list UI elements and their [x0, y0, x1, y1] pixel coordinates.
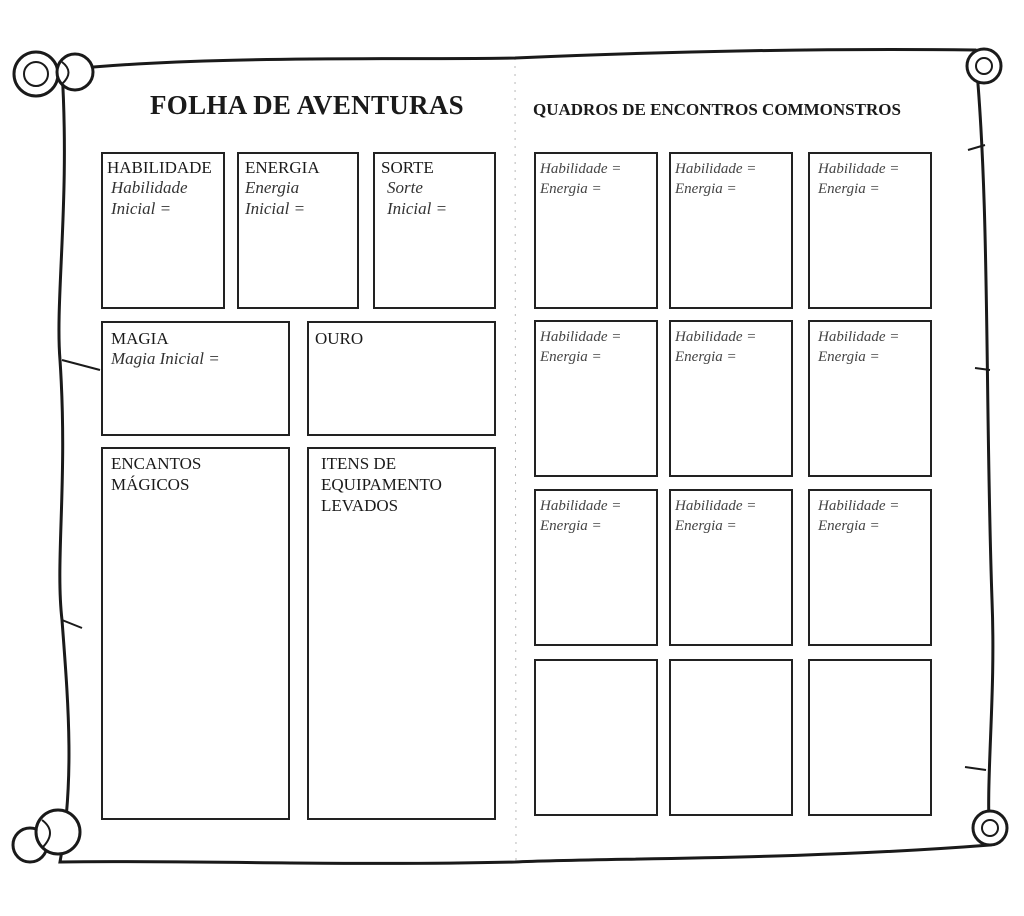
encounter-skill-label: Habilidade = — [675, 498, 757, 514]
encounter-skill-label: Habilidade = — [818, 498, 900, 514]
habilidade-initial-line2: Inicial = — [111, 199, 172, 218]
ouro-box[interactable]: OURO — [307, 321, 496, 436]
itens-label-line3: LEVADOS — [321, 496, 399, 515]
energia-initial-line2: Inicial = — [245, 199, 306, 218]
itens-label-line1: ITENS DE — [321, 454, 397, 473]
encounter-stamina-label: Energia = — [818, 518, 880, 534]
sorte-label: SORTE — [381, 158, 434, 177]
encounter-stamina-label: Energia = — [675, 518, 737, 534]
encounter-skill-label: Habilidade = — [540, 498, 622, 514]
habilidade-box[interactable]: HABILIDADE Habilidade Inicial = — [101, 152, 225, 309]
encounter-box[interactable]: Habilidade = Energia = — [808, 320, 932, 477]
encounter-skill-label: Habilidade = — [675, 161, 757, 177]
encantos-label-line2: MÁGICOS — [111, 475, 190, 494]
encounter-skill-label: Habilidade = — [818, 161, 900, 177]
encounter-stamina-label: Energia = — [540, 518, 602, 534]
encounter-box[interactable]: Habilidade = Energia = — [669, 320, 793, 477]
magia-label: MAGIA — [111, 329, 169, 348]
itens-label-line2: EQUIPAMENTO — [321, 475, 442, 494]
encounter-box-blank[interactable] — [808, 659, 932, 816]
sheet-title: FOLHA DE AVENTURAS — [150, 90, 464, 120]
magia-box[interactable]: MAGIA Magia Inicial = — [101, 321, 290, 436]
encounter-stamina-label: Energia = — [818, 181, 880, 197]
itens-equipamento-box[interactable]: ITENS DE EQUIPAMENTO LEVADOS — [307, 447, 496, 820]
encounter-box[interactable]: Habilidade = Energia = — [534, 320, 658, 477]
sorte-initial-line1: Sorte — [387, 178, 423, 197]
encantos-magicos-box[interactable]: ENCANTOS MÁGICOS — [101, 447, 290, 820]
encounter-box[interactable]: Habilidade = Energia = — [808, 152, 932, 309]
encounter-stamina-label: Energia = — [540, 181, 602, 197]
energia-initial-line1: Energia — [245, 178, 300, 197]
energia-label: ENERGIA — [245, 158, 320, 177]
encantos-label-line1: ENCANTOS — [111, 454, 202, 473]
energia-box[interactable]: ENERGIA Energia Inicial = — [237, 152, 359, 309]
encounters-title: QUADROS DE ENCONTROS COMMONSTROS — [533, 100, 901, 119]
encounter-box[interactable]: Habilidade = Energia = — [534, 152, 658, 309]
encounter-box[interactable]: Habilidade = Energia = — [534, 489, 658, 646]
encounter-box-blank[interactable] — [669, 659, 793, 816]
encounter-stamina-label: Energia = — [675, 349, 737, 365]
scroll-knob-bottom-right — [971, 809, 1009, 847]
encounter-skill-label: Habilidade = — [818, 329, 900, 345]
scroll-knob-top-left — [12, 50, 95, 98]
ouro-label: OURO — [315, 329, 364, 348]
encounter-box[interactable]: Habilidade = Energia = — [808, 489, 932, 646]
magia-initial: Magia Inicial = — [111, 349, 220, 368]
scroll-knob-top-right — [965, 47, 1003, 85]
encounter-stamina-label: Energia = — [675, 181, 737, 197]
habilidade-label: HABILIDADE — [107, 158, 212, 177]
encounter-stamina-label: Energia = — [540, 349, 602, 365]
encounter-box-blank[interactable] — [534, 659, 658, 816]
encounter-box[interactable]: Habilidade = Energia = — [669, 489, 793, 646]
sorte-box[interactable]: SORTE Sorte Inicial = — [373, 152, 496, 309]
sorte-initial-line2: Inicial = — [387, 199, 448, 218]
encounter-box[interactable]: Habilidade = Energia = — [669, 152, 793, 309]
habilidade-initial-line1: Habilidade — [111, 178, 188, 197]
encounter-skill-label: Habilidade = — [540, 329, 622, 345]
encounter-skill-label: Habilidade = — [675, 329, 757, 345]
encounter-skill-label: Habilidade = — [540, 161, 622, 177]
encounter-stamina-label: Energia = — [818, 349, 880, 365]
